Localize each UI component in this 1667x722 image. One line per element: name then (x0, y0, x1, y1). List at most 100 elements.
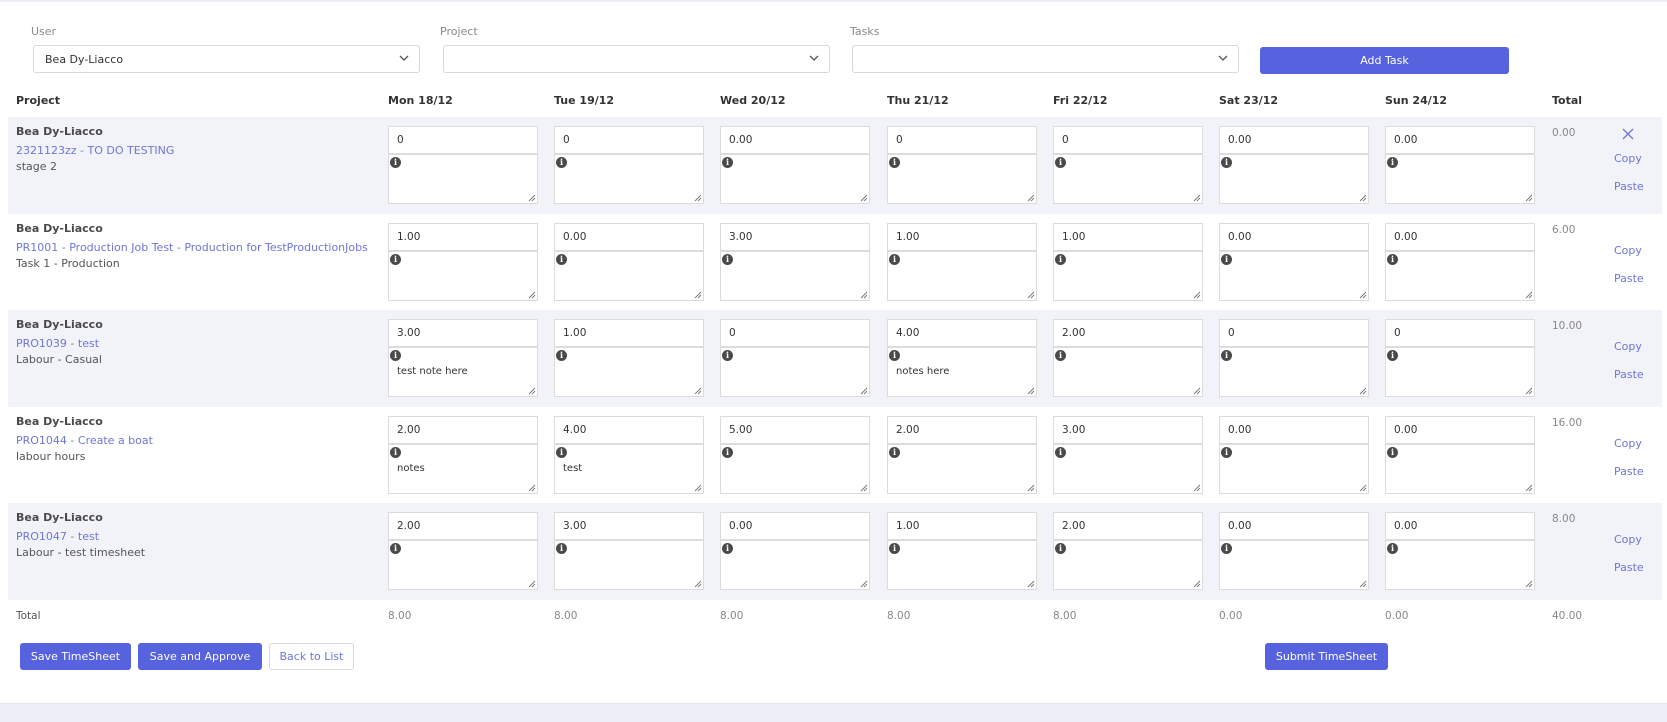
hours-input[interactable]: 1.00 (388, 223, 538, 251)
resize-grip-icon[interactable] (1027, 580, 1035, 588)
back-to-list-button[interactable]: Back to List (269, 643, 354, 670)
note-textarea[interactable] (1053, 154, 1203, 204)
hours-input[interactable]: 2.00 (887, 416, 1037, 444)
save-timesheet-button[interactable]: Save TimeSheet (20, 643, 131, 670)
note-textarea[interactable] (388, 540, 538, 590)
hours-input[interactable]: 0 (1053, 126, 1203, 154)
hours-input[interactable]: 1.00 (887, 223, 1037, 251)
row-project-link[interactable]: PR1001 - Production Job Test - Productio… (16, 241, 368, 254)
note-textarea[interactable] (1385, 154, 1535, 204)
note-textarea[interactable] (1385, 347, 1535, 397)
hours-input[interactable]: 3.00 (720, 223, 870, 251)
hours-input[interactable]: 0 (1219, 319, 1369, 347)
note-textarea[interactable] (720, 154, 870, 204)
row-project-link[interactable]: PRO1039 - test (16, 337, 99, 350)
hours-input[interactable]: 2.00 (1053, 512, 1203, 540)
resize-grip-icon[interactable] (1193, 580, 1201, 588)
resize-grip-icon[interactable] (694, 194, 702, 202)
copy-link[interactable]: Copy (1614, 152, 1642, 165)
note-textarea[interactable] (720, 540, 870, 590)
hours-input[interactable]: 2.00 (388, 512, 538, 540)
note-textarea[interactable] (554, 347, 704, 397)
note-textarea[interactable] (1385, 251, 1535, 301)
note-textarea[interactable] (1385, 540, 1535, 590)
hours-input[interactable]: 0.00 (1385, 223, 1535, 251)
resize-grip-icon[interactable] (1027, 291, 1035, 299)
hours-input[interactable]: 3.00 (388, 319, 538, 347)
resize-grip-icon[interactable] (528, 484, 536, 492)
resize-grip-icon[interactable] (1359, 484, 1367, 492)
hours-input[interactable]: 1.00 (554, 319, 704, 347)
hours-input[interactable]: 0.00 (1219, 416, 1369, 444)
resize-grip-icon[interactable] (860, 387, 868, 395)
hours-input[interactable]: 0.00 (1219, 512, 1369, 540)
note-textarea[interactable] (554, 540, 704, 590)
submit-timesheet-button[interactable]: Submit TimeSheet (1265, 643, 1388, 670)
note-textarea[interactable] (720, 347, 870, 397)
hours-input[interactable]: 0.00 (554, 223, 704, 251)
resize-grip-icon[interactable] (1193, 194, 1201, 202)
note-textarea[interactable]: notes (388, 444, 538, 494)
hours-input[interactable]: 3.00 (1053, 416, 1203, 444)
tasks-select[interactable] (852, 45, 1239, 73)
hours-input[interactable]: 5.00 (720, 416, 870, 444)
note-textarea[interactable]: test note here (388, 347, 538, 397)
note-textarea[interactable] (1053, 540, 1203, 590)
save-and-approve-button[interactable]: Save and Approve (138, 643, 262, 670)
hours-input[interactable]: 1.00 (1053, 223, 1203, 251)
project-select[interactable] (443, 45, 830, 73)
note-textarea[interactable] (1219, 154, 1369, 204)
resize-grip-icon[interactable] (694, 580, 702, 588)
note-textarea[interactable] (1385, 444, 1535, 494)
hours-input[interactable]: 0 (1385, 319, 1535, 347)
note-textarea[interactable] (388, 154, 538, 204)
note-textarea[interactable] (1219, 347, 1369, 397)
add-task-button[interactable]: Add Task (1260, 47, 1509, 74)
resize-grip-icon[interactable] (860, 291, 868, 299)
note-textarea[interactable] (887, 444, 1037, 494)
row-project-link[interactable]: PRO1047 - test (16, 530, 99, 543)
note-textarea[interactable]: notes here (887, 347, 1037, 397)
close-icon[interactable] (1622, 128, 1634, 140)
resize-grip-icon[interactable] (1027, 387, 1035, 395)
hours-input[interactable]: 3.00 (554, 512, 704, 540)
note-textarea[interactable] (1219, 251, 1369, 301)
resize-grip-icon[interactable] (1193, 387, 1201, 395)
paste-link[interactable]: Paste (1614, 272, 1644, 285)
resize-grip-icon[interactable] (1193, 484, 1201, 492)
resize-grip-icon[interactable] (860, 484, 868, 492)
resize-grip-icon[interactable] (694, 484, 702, 492)
resize-grip-icon[interactable] (1193, 291, 1201, 299)
hours-input[interactable]: 0.00 (1385, 126, 1535, 154)
resize-grip-icon[interactable] (1027, 484, 1035, 492)
paste-link[interactable]: Paste (1614, 368, 1644, 381)
resize-grip-icon[interactable] (528, 387, 536, 395)
copy-link[interactable]: Copy (1614, 533, 1642, 546)
hours-input[interactable]: 0.00 (720, 126, 870, 154)
note-textarea[interactable] (1053, 347, 1203, 397)
hours-input[interactable]: 0 (887, 126, 1037, 154)
note-textarea[interactable] (554, 251, 704, 301)
hours-input[interactable]: 0.00 (1219, 223, 1369, 251)
row-project-link[interactable]: 2321123zz - TO DO TESTING (16, 144, 174, 157)
resize-grip-icon[interactable] (1359, 580, 1367, 588)
row-project-link[interactable]: PRO1044 - Create a boat (16, 434, 153, 447)
resize-grip-icon[interactable] (1027, 194, 1035, 202)
hours-input[interactable]: 0 (388, 126, 538, 154)
note-textarea[interactable] (388, 251, 538, 301)
resize-grip-icon[interactable] (694, 291, 702, 299)
resize-grip-icon[interactable] (1525, 291, 1533, 299)
note-textarea[interactable] (887, 154, 1037, 204)
note-textarea[interactable] (1053, 444, 1203, 494)
hours-input[interactable]: 0 (720, 319, 870, 347)
resize-grip-icon[interactable] (694, 387, 702, 395)
resize-grip-icon[interactable] (528, 580, 536, 588)
hours-input[interactable]: 0.00 (1385, 416, 1535, 444)
resize-grip-icon[interactable] (1359, 194, 1367, 202)
resize-grip-icon[interactable] (1525, 387, 1533, 395)
copy-link[interactable]: Copy (1614, 437, 1642, 450)
hours-input[interactable]: 0.00 (1219, 126, 1369, 154)
paste-link[interactable]: Paste (1614, 465, 1644, 478)
hours-input[interactable]: 0 (554, 126, 704, 154)
note-textarea[interactable]: test (554, 444, 704, 494)
